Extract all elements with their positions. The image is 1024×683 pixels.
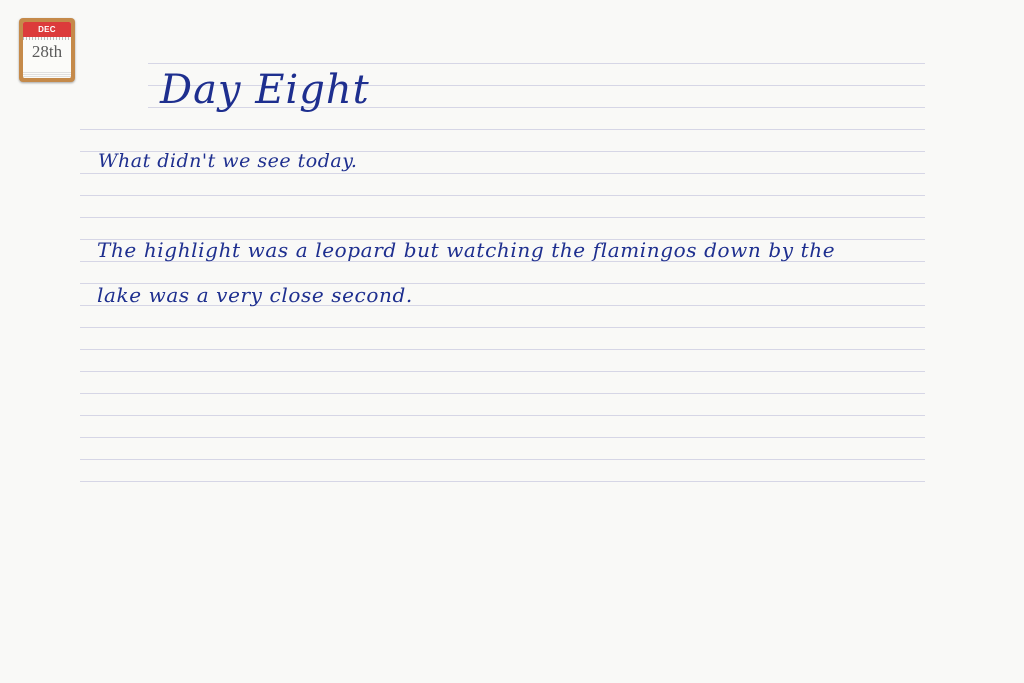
entry-body-line[interactable]: lake was a very close second.	[97, 281, 413, 309]
calendar-face: DEC 28th	[23, 22, 71, 78]
entry-prompt[interactable]: What didn't we see today.	[98, 148, 357, 174]
rule-line	[80, 393, 925, 394]
rule-line	[148, 63, 925, 64]
rule-line	[80, 437, 925, 438]
calendar-date-icon[interactable]: DEC 28th	[19, 18, 75, 82]
rule-line	[80, 327, 925, 328]
rule-line	[80, 371, 925, 372]
rule-line	[80, 129, 925, 130]
calendar-binding	[23, 37, 71, 40]
calendar-day: 28th	[31, 42, 63, 61]
rule-line	[80, 349, 925, 350]
calendar-month: DEC	[23, 22, 71, 37]
entry-body-line[interactable]: The highlight was a leopard but watching…	[97, 236, 835, 264]
rule-line	[80, 415, 925, 416]
rule-line	[80, 195, 925, 196]
rule-line	[80, 459, 925, 460]
rule-line	[80, 481, 925, 482]
entry-title[interactable]: Day Eight	[160, 66, 370, 114]
calendar-pages	[23, 72, 71, 78]
journal-page: DEC 28th Day Eight What didn't we see to…	[0, 0, 1024, 683]
rule-line	[80, 217, 925, 218]
